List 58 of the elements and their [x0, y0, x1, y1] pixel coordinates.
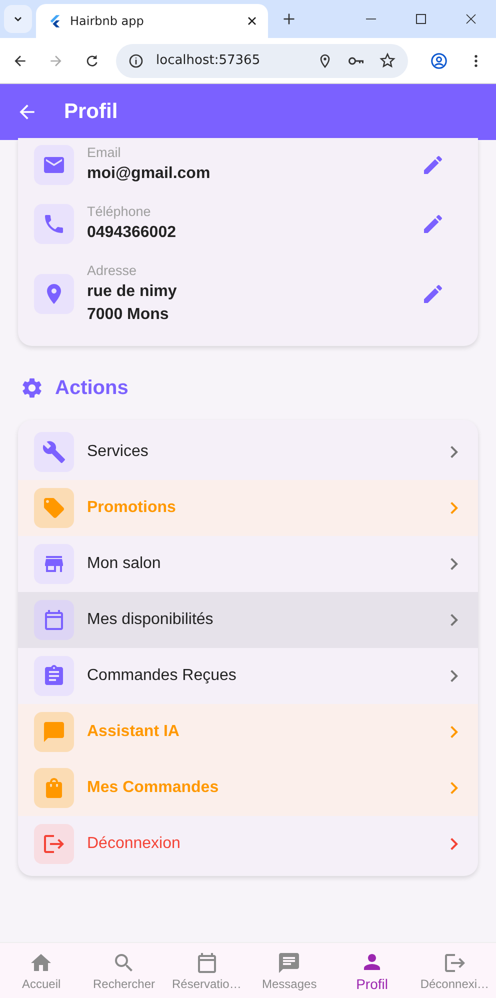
close-icon[interactable]: [465, 13, 477, 25]
nav-item[interactable]: Accueil: [0, 943, 83, 998]
chevron-right-icon: [448, 500, 460, 516]
tag-icon: [34, 488, 74, 528]
star-icon[interactable]: [379, 52, 396, 69]
action-item[interactable]: Services: [18, 424, 478, 480]
field-label: Adresse: [87, 262, 138, 280]
profile-icon[interactable]: [430, 52, 448, 70]
store-icon: [34, 544, 74, 584]
action-item[interactable]: Mes Commandes: [18, 760, 478, 816]
browser-tab[interactable]: Hairbnb app: [36, 4, 268, 38]
chevron-right-icon: [448, 612, 460, 628]
field-label: Téléphone: [87, 203, 152, 221]
maximize-icon[interactable]: [415, 13, 427, 25]
chevron-right-icon: [448, 444, 460, 460]
envelope-icon: [34, 144, 74, 184]
info-icon: [128, 52, 144, 68]
shopping-bag-icon: [34, 768, 74, 808]
action-item[interactable]: Assistant IA: [18, 704, 478, 760]
clipboard-icon: [34, 656, 74, 696]
chevron-right-icon: [448, 780, 460, 796]
field-value: 0494366002: [87, 223, 177, 243]
nav-item[interactable]: Réservatio…: [165, 943, 248, 998]
flutter-logo-icon: [48, 14, 62, 28]
phone-icon: [34, 204, 74, 244]
chevron-right-icon: [448, 668, 460, 684]
chevron-right-icon: [448, 556, 460, 572]
edit-icon[interactable]: [421, 282, 445, 306]
field-value: rue de nimy: [87, 282, 178, 302]
nav-item[interactable]: Déconnexi…: [413, 943, 496, 998]
wrench-icon: [34, 432, 74, 472]
field-value: moi@gmail.com: [87, 164, 212, 184]
logout-icon: [34, 824, 74, 864]
action-item[interactable]: Déconnexion: [18, 816, 478, 872]
settings-icon: [20, 376, 44, 400]
action-item[interactable]: Commandes Reçues: [18, 648, 478, 704]
field-label: Email: [87, 144, 122, 162]
nav-item[interactable]: Profil: [330, 943, 414, 998]
page-title: Profil: [64, 100, 118, 124]
chevron-right-icon: [448, 836, 460, 852]
reload-icon[interactable]: [84, 52, 100, 68]
calendar-icon: [34, 600, 74, 640]
section-title: Actions: [55, 376, 128, 400]
chevron-right-icon: [448, 724, 460, 740]
action-item[interactable]: Promotions: [18, 480, 478, 536]
tab-title: Hairbnb app: [70, 14, 145, 28]
new-tab-icon[interactable]: [282, 12, 296, 26]
message-icon: [277, 950, 302, 974]
action-item[interactable]: Mon salon: [18, 536, 478, 592]
nav-item[interactable]: Rechercher: [82, 943, 166, 998]
close-icon[interactable]: [246, 15, 258, 27]
action-item[interactable]: Mes disponibilités: [18, 592, 478, 648]
address-bar[interactable]: localhost:57365: [116, 44, 408, 78]
nav-item[interactable]: Messages: [248, 943, 331, 998]
field-value: 7000 Mons: [87, 305, 170, 325]
location-pin-icon: [34, 274, 74, 314]
url-text: localhost:57365: [156, 53, 260, 68]
chat-bubble-icon: [34, 712, 74, 752]
